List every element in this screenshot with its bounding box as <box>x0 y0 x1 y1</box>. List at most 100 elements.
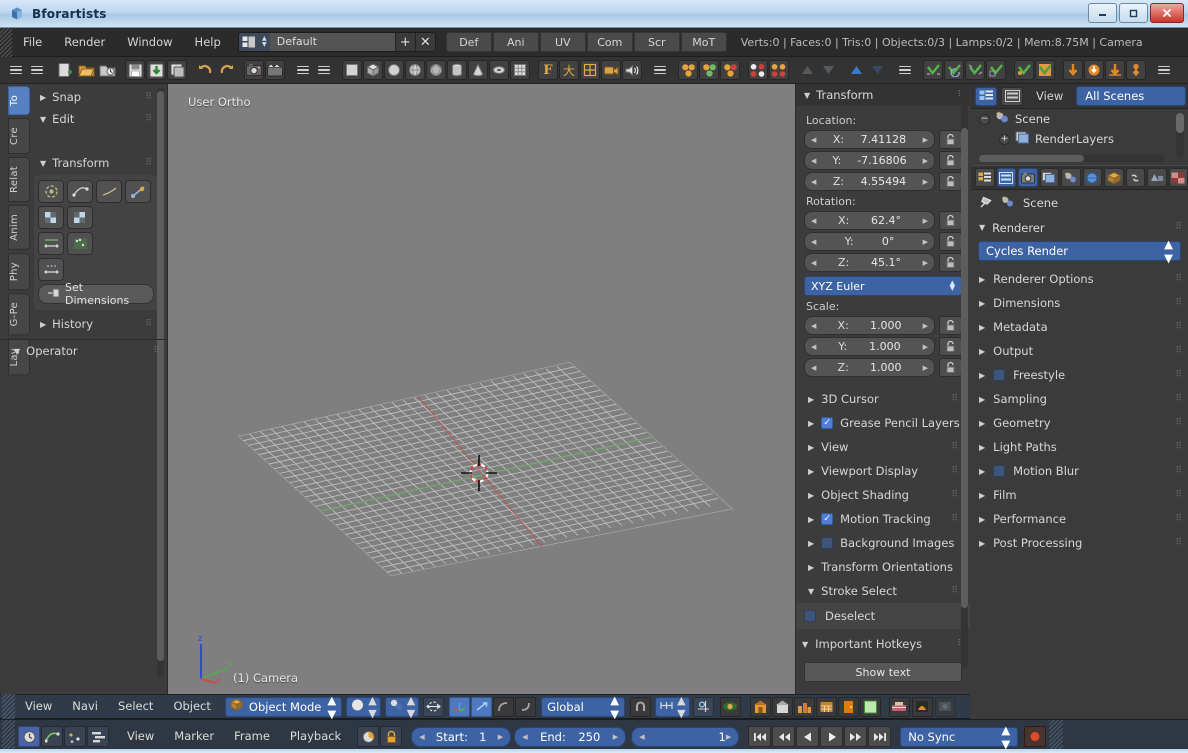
hamburger-icon[interactable] <box>27 60 47 80</box>
expand-icon[interactable]: + <box>999 133 1010 145</box>
nla-icon[interactable] <box>87 726 109 747</box>
properties-tab-scene[interactable] <box>1061 168 1081 187</box>
redo-icon[interactable] <box>216 60 236 80</box>
properties-editor-type-icon[interactable] <box>975 168 995 187</box>
render-scene-icon[interactable] <box>888 696 910 717</box>
panel-header-important-hotkeys[interactable]: ▼ Important Hotkeys ⠿ <box>796 632 970 656</box>
decrement-arrow-icon[interactable]: ◀ <box>419 733 424 741</box>
jump-end-icon[interactable] <box>868 726 892 747</box>
lock-location-x-button[interactable] <box>939 130 962 149</box>
origin-c-icon[interactable] <box>1105 60 1125 80</box>
decrement-arrow-icon[interactable]: ◀ <box>811 136 816 144</box>
outliner-vertical-scrollbar[interactable] <box>1176 113 1184 157</box>
jump-start-icon[interactable] <box>748 726 772 747</box>
hamburger-icon[interactable] <box>314 60 334 80</box>
panel-header-metadata[interactable]: ▶ Metadata ⠿ <box>971 315 1188 339</box>
outliner-display-mode-icon[interactable] <box>1001 86 1023 106</box>
current-frame-field[interactable]: ◀ 1 ▶ <box>631 726 740 747</box>
play-reverse-icon[interactable] <box>796 726 820 747</box>
opengl-render-icon[interactable] <box>719 696 741 717</box>
location-z-field[interactable]: ◀ Z: 4.55494 ▶ <box>804 172 935 191</box>
lock-scale-y-button[interactable] <box>939 337 962 356</box>
transform-orientation-dropdown[interactable]: Global ▲ ▼ <box>541 693 626 721</box>
viewport-menu-navi[interactable]: Navi <box>62 697 108 716</box>
open-recent-icon[interactable] <box>97 60 117 80</box>
rotate-left-icon[interactable] <box>1182 60 1188 80</box>
properties-tab-modifiers[interactable] <box>1147 168 1167 187</box>
end-frame-field[interactable]: ◀ End: 250 ▶ <box>514 726 627 747</box>
scale-x-field[interactable]: ◀ X: 1.000 ▶ <box>804 316 935 335</box>
origin-a-icon[interactable] <box>1063 60 1083 80</box>
panel-header-motion-blur[interactable]: ▶ ✓ Motion Blur ⠿ <box>971 459 1188 483</box>
outliner-row-scene[interactable]: − Scene <box>971 109 1188 129</box>
hamburger-icon[interactable] <box>895 60 915 80</box>
move-icon[interactable] <box>846 60 866 80</box>
render-image-icon[interactable] <box>244 60 264 80</box>
apply-c-icon[interactable] <box>965 60 985 80</box>
outliner-scene-filter[interactable]: All Scenes <box>1076 86 1186 106</box>
scale-z-field[interactable]: ◀ Z: 1.000 ▶ <box>804 358 935 377</box>
proportional-edit-icon[interactable] <box>423 696 445 717</box>
panel-header-light-paths[interactable]: ▶ Light Paths ⠿ <box>971 435 1188 459</box>
panel-header-geometry[interactable]: ▶ Geometry ⠿ <box>971 411 1188 435</box>
rotate-icon[interactable] <box>867 60 887 80</box>
select-more-icon[interactable] <box>797 60 817 80</box>
cylinder-icon[interactable] <box>447 60 467 80</box>
select-less-icon[interactable] <box>818 60 838 80</box>
warp-icon[interactable] <box>38 232 64 255</box>
panel-header-dimensions[interactable]: ▶ Dimensions ⠿ <box>971 291 1188 315</box>
decrement-arrow-icon[interactable]: ◀ <box>811 364 816 372</box>
layout-tab-def[interactable]: Def <box>445 32 492 52</box>
torus-icon[interactable] <box>489 60 509 80</box>
layout-tab-uv[interactable]: UV <box>539 32 586 52</box>
panel-header-3d-cursor[interactable]: ▶ 3D Cursor ⠿ <box>802 387 964 411</box>
timeline-grip[interactable] <box>2 719 15 753</box>
hamburger-icon[interactable] <box>1154 60 1174 80</box>
lock-rotation-y-button[interactable] <box>939 232 962 251</box>
icosphere-icon[interactable] <box>426 60 446 80</box>
increment-arrow-icon[interactable]: ▶ <box>923 136 928 144</box>
tosphere-icon[interactable] <box>38 206 64 229</box>
screen-layout-name[interactable]: Default <box>269 33 395 51</box>
outliner-view-menu[interactable]: View <box>1027 87 1072 106</box>
panel-header-film[interactable]: ▶ Film ⠿ <box>971 483 1188 507</box>
increment-arrow-icon[interactable]: ▶ <box>726 733 731 741</box>
lock-scale-z-button[interactable] <box>939 358 962 377</box>
rotate-manipulator-icon[interactable] <box>471 696 493 717</box>
panel-header-freestyle[interactable]: ▶ ✓ Freestyle ⠿ <box>971 363 1188 387</box>
menu-file[interactable]: File <box>12 32 53 53</box>
panel-header-background-images[interactable]: ▶ ✓ Background Images <box>802 531 964 555</box>
select-linked-icon[interactable] <box>748 60 768 80</box>
circle-icon[interactable] <box>384 60 404 80</box>
menubar-grip[interactable] <box>0 27 12 57</box>
timeline-menu-marker[interactable]: Marker <box>164 727 224 746</box>
lattice-icon[interactable] <box>580 60 600 80</box>
timeline-editor-icon[interactable] <box>18 726 40 747</box>
sidebar-tab-tools[interactable]: To <box>8 86 30 116</box>
menu-render[interactable]: Render <box>53 32 116 53</box>
outliner-body[interactable]: − Scene + RenderLayers <box>971 109 1188 165</box>
grid-icon[interactable] <box>510 60 530 80</box>
timeline-menu-frame[interactable]: Frame <box>224 727 280 746</box>
properties-tab-render[interactable] <box>1018 168 1038 187</box>
select-all-icon[interactable] <box>678 60 698 80</box>
cube-icon[interactable] <box>363 60 383 80</box>
layout-tab-mot[interactable]: MoT <box>680 32 727 52</box>
panel-header-renderer-options[interactable]: ▶ Renderer Options ⠿ <box>971 267 1188 291</box>
lock-camera-icon[interactable] <box>934 696 956 717</box>
increment-arrow-icon[interactable]: ▶ <box>923 217 928 225</box>
viewport-menu-object[interactable]: Object <box>163 697 220 716</box>
pivot-point-dropdown[interactable]: ▲ ▼ <box>384 694 420 720</box>
uvsphere-icon[interactable] <box>405 60 425 80</box>
layout-tab-scr[interactable]: Scr <box>633 32 680 52</box>
viewport-menu-view[interactable]: View <box>15 697 62 716</box>
scale-y-field[interactable]: ◀ Y: 1.000 ▶ <box>804 337 935 356</box>
properties-display-mode-icon[interactable] <box>996 168 1016 187</box>
sidebar-tab-relations[interactable]: Relat <box>8 157 30 203</box>
menu-window[interactable]: Window <box>116 32 183 53</box>
collapse-icon[interactable]: − <box>979 113 990 125</box>
snap-target-icon[interactable] <box>692 696 714 717</box>
step-forward-icon[interactable] <box>844 726 868 747</box>
decrement-arrow-icon[interactable]: ◀ <box>639 733 644 741</box>
layer-3-icon[interactable] <box>793 696 815 717</box>
